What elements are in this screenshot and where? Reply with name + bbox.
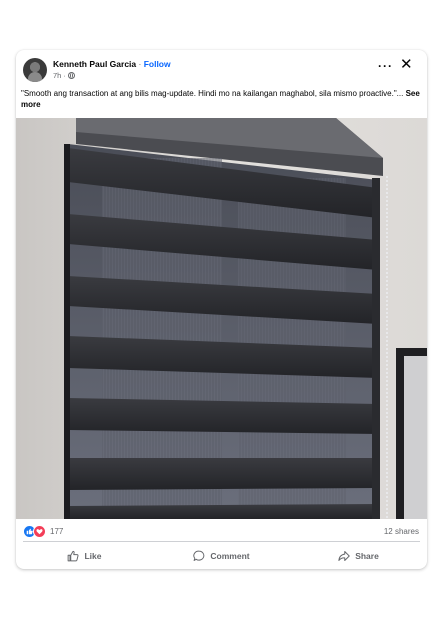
post-actions: Like Comment Share <box>16 542 427 569</box>
roller-blind-image <box>16 118 427 519</box>
love-reaction-icon <box>33 525 46 538</box>
more-options-icon[interactable]: ··· <box>378 59 393 73</box>
time-separator: · <box>63 71 66 80</box>
close-icon[interactable]: ✕ <box>400 57 413 72</box>
post-time[interactable]: 7h <box>53 71 61 80</box>
post-header: Kenneth Paul Garcia · Follow 7h · ··· ✕ <box>16 50 427 86</box>
author-avatar[interactable] <box>23 58 47 82</box>
like-button[interactable]: Like <box>16 542 153 569</box>
comment-button[interactable]: Comment <box>153 542 290 569</box>
post-photo[interactable] <box>16 118 427 519</box>
author-line: Kenneth Paul Garcia · Follow <box>53 59 171 69</box>
like-label: Like <box>84 550 102 561</box>
reaction-stats: 177 12 shares <box>16 519 427 541</box>
post-caption: "Smooth ang transaction at ang bilis mag… <box>21 88 421 110</box>
caption-text: "Smooth ang transaction at ang bilis mag… <box>21 89 404 98</box>
comment-label: Comment <box>210 550 250 561</box>
post-meta: 7h · <box>53 71 75 80</box>
post-card: Kenneth Paul Garcia · Follow 7h · ··· ✕ … <box>16 50 427 569</box>
reactions-summary[interactable]: 177 <box>23 525 63 538</box>
share-label: Share <box>355 550 379 561</box>
share-button[interactable]: Share <box>290 542 427 569</box>
share-icon <box>338 550 350 561</box>
globe-icon <box>67 72 75 79</box>
author-name[interactable]: Kenneth Paul Garcia <box>53 59 136 69</box>
name-separator: · <box>136 59 144 69</box>
shares-count[interactable]: 12 shares <box>384 527 419 536</box>
follow-link[interactable]: Follow <box>144 59 171 69</box>
thumbs-up-icon <box>68 550 79 561</box>
reaction-count: 177 <box>50 527 64 536</box>
comment-icon <box>193 550 205 561</box>
